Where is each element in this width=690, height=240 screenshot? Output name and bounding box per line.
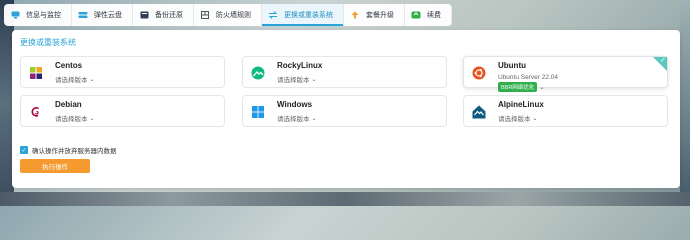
optimization-row: BBR网络优化 ⌄: [498, 82, 544, 92]
confirm-checkbox[interactable]: ✓: [20, 146, 28, 154]
os-name: Debian: [55, 100, 82, 109]
version-select[interactable]: 请选择版本 ⌄: [55, 113, 95, 124]
centos-icon: [29, 66, 43, 80]
tab-label: 续费: [427, 12, 441, 19]
tab-renew[interactable]: 续费: [405, 4, 452, 26]
debian-icon: [29, 105, 43, 119]
reinstall-panel: 更换或重装系统 Centos 请选择版本 ⌄ RockyLinux 请选择版本 ⌄: [12, 30, 680, 188]
version-select[interactable]: 请选择版本 ⌄: [498, 113, 538, 124]
firewall-icon: [200, 11, 210, 19]
chevron-down-icon: ⌄: [532, 115, 538, 122]
version-select[interactable]: 请选择版本 ⌄: [277, 113, 317, 124]
version-label: 请选择版本: [277, 77, 310, 84]
tab-monitor[interactable]: 信息与监控: [4, 4, 72, 26]
os-name: AlpineLinux: [498, 100, 544, 109]
tab-cloud-disk[interactable]: 弹性云盘: [72, 4, 133, 26]
os-name: RockyLinux: [277, 61, 323, 70]
version-label: 请选择版本: [277, 116, 310, 123]
tab-upgrade[interactable]: 套餐升级: [344, 4, 405, 26]
monitor-icon: [10, 11, 20, 19]
background-bottom: [0, 192, 690, 206]
tab-backup[interactable]: 备份还原: [133, 4, 194, 26]
version-label: 请选择版本: [55, 77, 88, 84]
tab-bar: 信息与监控 弹性云盘 备份还原 防火墙规则 更换或重装系统 套餐升级 续费: [0, 4, 690, 26]
check-icon: ✓: [660, 57, 666, 64]
tab-label: 弹性云盘: [94, 12, 122, 19]
version-label: 请选择版本: [498, 116, 531, 123]
bbr-badge: BBR网络优化: [498, 82, 538, 92]
os-card-windows[interactable]: Windows 请选择版本 ⌄: [242, 95, 447, 127]
os-name: Centos: [55, 61, 83, 70]
cloud-disk-icon: [78, 11, 88, 19]
os-name: Ubuntu: [498, 61, 526, 70]
tab-label: 防火墙规则: [216, 12, 251, 19]
chevron-down-icon: ⌄: [89, 76, 95, 83]
swap-icon: [268, 11, 278, 19]
tab-label: 更换或重装系统: [284, 12, 333, 19]
tab-label: 套餐升级: [366, 12, 394, 19]
alpinelinux-icon: [472, 105, 486, 119]
tab-label: 备份还原: [155, 12, 183, 19]
os-name: Windows: [277, 100, 313, 109]
chevron-down-icon: ⌄: [539, 85, 545, 91]
backup-icon: [139, 11, 149, 19]
chevron-down-icon: ⌄: [311, 76, 317, 83]
os-card-centos[interactable]: Centos 请选择版本 ⌄: [20, 56, 225, 88]
windows-icon: [251, 105, 265, 119]
upgrade-icon: [350, 11, 360, 19]
version-label: Ubuntu Server 22.04: [498, 74, 558, 81]
confirm-label: 确认操作并放弃服务器内数据: [32, 148, 117, 155]
confirm-row[interactable]: ✓ 确认操作并放弃服务器内数据: [20, 145, 117, 155]
version-select[interactable]: Ubuntu Server 22.04: [498, 74, 558, 81]
tab-reinstall[interactable]: 更换或重装系统: [262, 4, 344, 26]
version-select[interactable]: 请选择版本 ⌄: [277, 74, 317, 85]
background-right: [680, 0, 690, 206]
panel-title: 更换或重装系统: [20, 38, 76, 47]
tab-firewall[interactable]: 防火墙规则: [194, 4, 262, 26]
rockylinux-icon: [251, 66, 265, 80]
tab-label: 信息与监控: [26, 12, 61, 19]
renew-icon: [411, 11, 421, 19]
chevron-down-icon: ⌄: [89, 115, 95, 122]
version-select[interactable]: 请选择版本 ⌄: [55, 74, 95, 85]
version-label: 请选择版本: [55, 116, 88, 123]
os-card-alpinelinux[interactable]: AlpineLinux 请选择版本 ⌄: [463, 95, 668, 127]
execute-button[interactable]: 执行操作: [20, 159, 90, 173]
os-card-rockylinux[interactable]: RockyLinux 请选择版本 ⌄: [242, 56, 447, 88]
chevron-down-icon: ⌄: [311, 115, 317, 122]
ubuntu-icon: [472, 66, 486, 80]
os-card-debian[interactable]: Debian 请选择版本 ⌄: [20, 95, 225, 127]
os-card-ubuntu[interactable]: Ubuntu Ubuntu Server 22.04 BBR网络优化 ⌄ ✓: [463, 56, 668, 92]
